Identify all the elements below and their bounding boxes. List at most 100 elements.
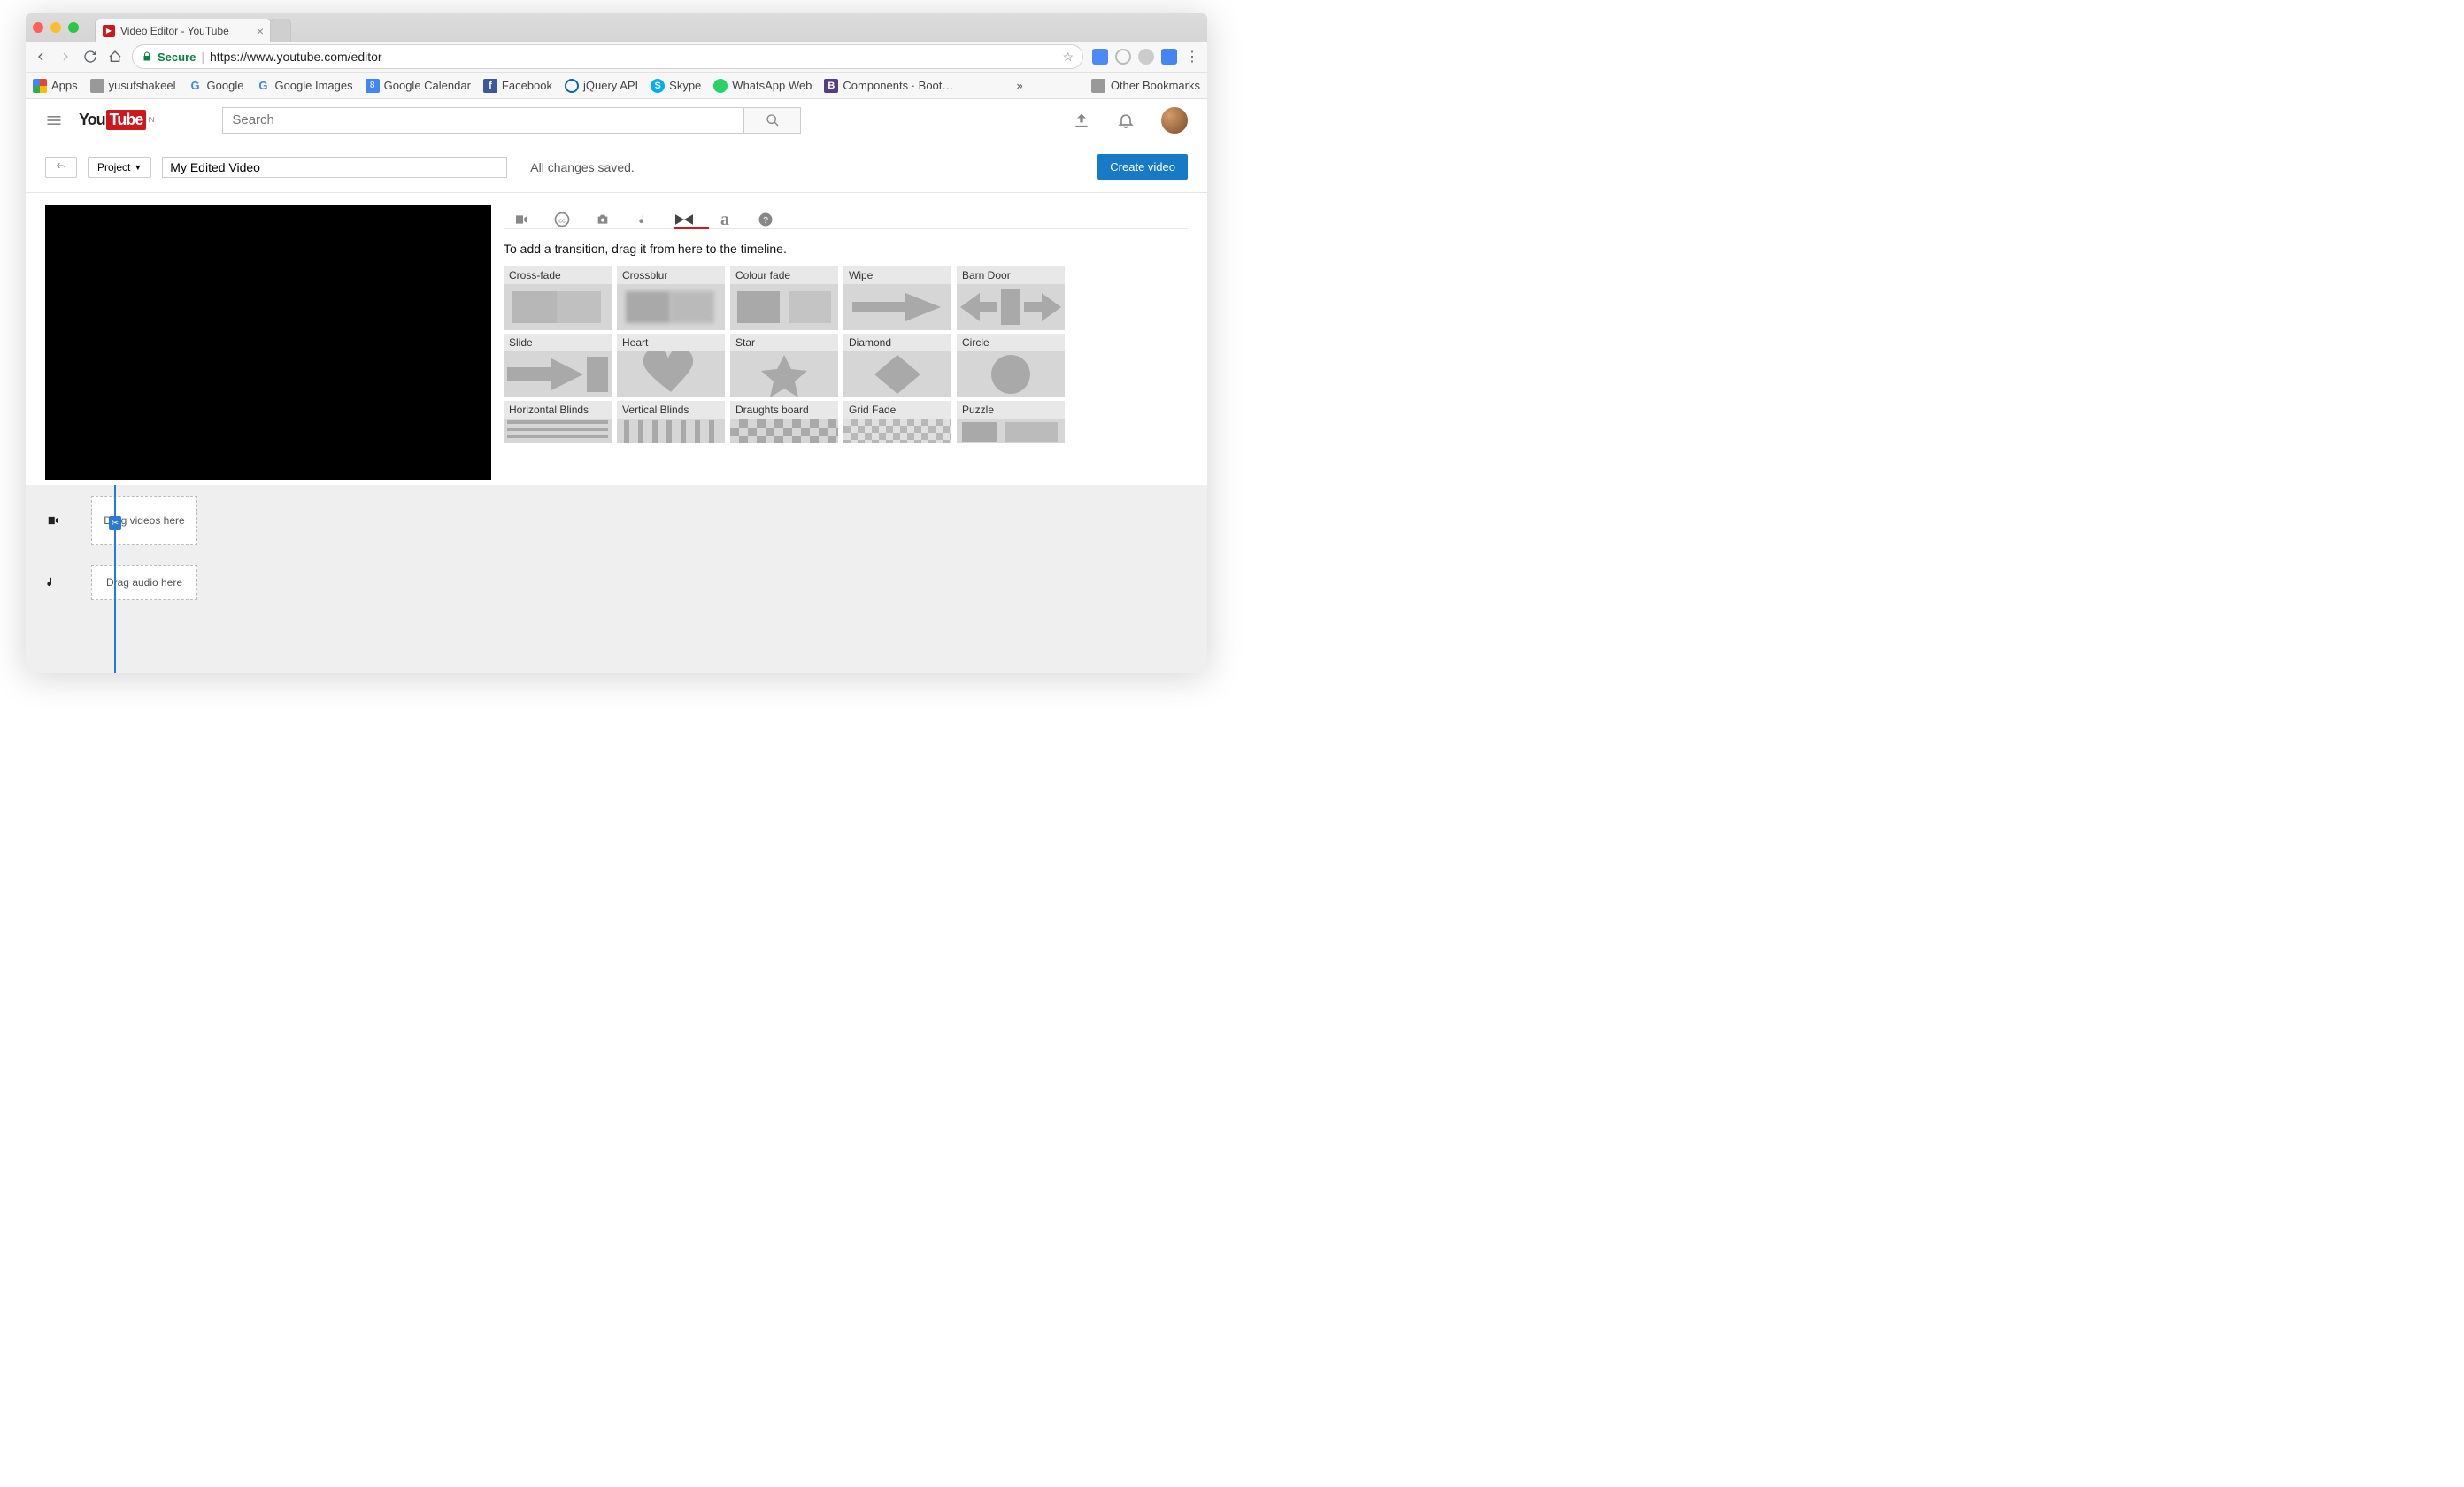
whatsapp-icon bbox=[713, 79, 728, 93]
tab-close-icon[interactable]: × bbox=[257, 24, 264, 38]
window-min-dot[interactable] bbox=[50, 22, 61, 33]
transition-hblinds[interactable]: Horizontal Blinds bbox=[504, 401, 612, 443]
reload-icon[interactable] bbox=[82, 49, 98, 65]
folder-icon bbox=[1091, 79, 1105, 93]
bookmark-link-apps[interactable]: Apps bbox=[33, 79, 78, 93]
arrow-right-icon bbox=[504, 351, 612, 397]
bookmark-link[interactable]: 8Google Calendar bbox=[366, 79, 471, 93]
tab-text-icon[interactable]: a bbox=[716, 211, 734, 228]
youtube-logo[interactable]: YouTubeIN bbox=[79, 110, 153, 130]
video-dropzone[interactable]: Drag videos here bbox=[91, 496, 197, 545]
tab-video-icon[interactable] bbox=[512, 211, 530, 228]
tab-music-icon[interactable] bbox=[635, 211, 652, 228]
search-input[interactable] bbox=[222, 107, 744, 134]
user-avatar[interactable] bbox=[1161, 107, 1188, 134]
transition-instruction: To add a transition, drag it from here t… bbox=[504, 242, 1188, 266]
transition-grid: Cross-fade Crossblur Colour fade Wipe Ba… bbox=[504, 266, 1188, 443]
transition-colourfade[interactable]: Colour fade bbox=[730, 266, 838, 328]
bookmark-link[interactable]: fFacebook bbox=[483, 79, 552, 93]
extension-icon[interactable] bbox=[1138, 49, 1154, 65]
window-close-dot[interactable] bbox=[33, 22, 43, 33]
bookmark-link[interactable]: jQuery API bbox=[565, 79, 638, 93]
heart-icon bbox=[617, 351, 725, 397]
search-button[interactable] bbox=[744, 107, 801, 134]
tab-transitions-icon[interactable] bbox=[675, 211, 693, 228]
diamond-icon bbox=[843, 351, 951, 397]
skype-icon: S bbox=[651, 79, 665, 93]
project-title-input[interactable] bbox=[162, 157, 507, 178]
extension-icon[interactable] bbox=[1161, 49, 1177, 65]
tab-cc-icon[interactable]: cc bbox=[553, 211, 571, 228]
bookmark-overflow-icon[interactable]: » bbox=[1017, 79, 1028, 92]
url-text: https://www.youtube.com/editor bbox=[210, 50, 382, 64]
undo-button[interactable] bbox=[45, 157, 77, 178]
nav-back-icon[interactable] bbox=[33, 49, 49, 65]
extension-icon[interactable] bbox=[1092, 49, 1108, 65]
transition-heart[interactable]: Heart bbox=[617, 334, 725, 396]
active-tab-indicator bbox=[674, 227, 709, 229]
bookmark-folder[interactable]: yusufshakeel bbox=[90, 79, 176, 93]
playhead-handle-icon[interactable]: ✂ bbox=[109, 516, 121, 530]
chrome-tabbar: ▶ Video Editor - YouTube × bbox=[26, 13, 1207, 42]
tab-photo-icon[interactable] bbox=[594, 211, 612, 228]
browser-tab-title: Video Editor - YouTube bbox=[120, 25, 229, 37]
video-preview[interactable] bbox=[45, 205, 491, 480]
arrow-right-icon bbox=[843, 284, 951, 330]
chrome-menu-icon[interactable]: ⋮ bbox=[1184, 49, 1200, 65]
youtube-header: YouTubeIN bbox=[26, 99, 1207, 142]
transition-star[interactable]: Star bbox=[730, 334, 838, 396]
transition-puzzle[interactable]: Puzzle bbox=[957, 401, 1065, 443]
calendar-icon: 8 bbox=[366, 79, 380, 93]
upload-icon[interactable] bbox=[1073, 112, 1090, 129]
menu-icon[interactable] bbox=[45, 112, 63, 129]
notifications-icon[interactable] bbox=[1117, 112, 1135, 129]
bookmark-link[interactable]: BComponents · Boot… bbox=[824, 79, 953, 93]
youtube-favicon-icon: ▶ bbox=[103, 25, 115, 37]
bookmark-link[interactable]: SSkype bbox=[651, 79, 701, 93]
apps-icon bbox=[33, 79, 47, 93]
lock-icon bbox=[142, 51, 152, 62]
folder-icon bbox=[90, 79, 104, 93]
video-track-icon bbox=[45, 514, 61, 527]
bookmark-star-icon[interactable]: ☆ bbox=[1062, 50, 1074, 65]
tab-help-icon[interactable]: ? bbox=[757, 211, 774, 228]
save-status: All changes saved. bbox=[530, 160, 635, 174]
window-max-dot[interactable] bbox=[68, 22, 79, 33]
svg-text:cc: cc bbox=[558, 216, 566, 224]
jquery-icon bbox=[565, 79, 579, 93]
transition-crossfade[interactable]: Cross-fade bbox=[504, 266, 612, 328]
transition-crossblur[interactable]: Crossblur bbox=[617, 266, 725, 328]
transition-draughts[interactable]: Draughts board bbox=[730, 401, 838, 443]
bookmark-link[interactable]: GGoogle bbox=[189, 79, 244, 93]
audio-dropzone[interactable]: Drag audio here bbox=[91, 565, 197, 600]
transition-diamond[interactable]: Diamond bbox=[843, 334, 951, 396]
transition-gridfade[interactable]: Grid Fade bbox=[843, 401, 951, 443]
star-icon bbox=[730, 351, 838, 397]
facebook-icon: f bbox=[483, 79, 497, 93]
new-tab-button[interactable] bbox=[270, 19, 291, 42]
double-arrow-icon bbox=[957, 284, 1065, 330]
address-omnibox[interactable]: Secure | https://www.youtube.com/editor … bbox=[132, 44, 1083, 69]
transition-slide[interactable]: Slide bbox=[504, 334, 612, 396]
bookmark-link[interactable]: WhatsApp Web bbox=[713, 79, 812, 93]
extension-icon[interactable] bbox=[1115, 49, 1131, 65]
audio-track-icon bbox=[45, 574, 61, 590]
transition-vblinds[interactable]: Vertical Blinds bbox=[617, 401, 725, 443]
google-icon: G bbox=[256, 79, 270, 93]
bookmark-link[interactable]: GGoogle Images bbox=[256, 79, 352, 93]
timeline[interactable]: ✂ Drag videos here Drag audio here bbox=[26, 485, 1207, 673]
google-icon: G bbox=[189, 79, 203, 93]
asset-tabs: cc a ? bbox=[504, 205, 1188, 228]
browser-tab[interactable]: ▶ Video Editor - YouTube × bbox=[95, 19, 272, 42]
transition-circle[interactable]: Circle bbox=[957, 334, 1065, 396]
other-bookmarks-folder[interactable]: Other Bookmarks bbox=[1091, 79, 1200, 93]
transition-barndoor[interactable]: Barn Door bbox=[957, 266, 1065, 328]
playhead[interactable]: ✂ bbox=[114, 485, 116, 673]
transition-wipe[interactable]: Wipe bbox=[843, 266, 951, 328]
bootstrap-icon: B bbox=[824, 79, 838, 93]
chrome-address-bar: Secure | https://www.youtube.com/editor … bbox=[26, 42, 1207, 73]
create-video-button[interactable]: Create video bbox=[1097, 154, 1188, 180]
home-icon[interactable] bbox=[107, 49, 123, 65]
project-dropdown[interactable]: Project▼ bbox=[88, 157, 151, 178]
nav-forward-icon bbox=[58, 49, 73, 65]
